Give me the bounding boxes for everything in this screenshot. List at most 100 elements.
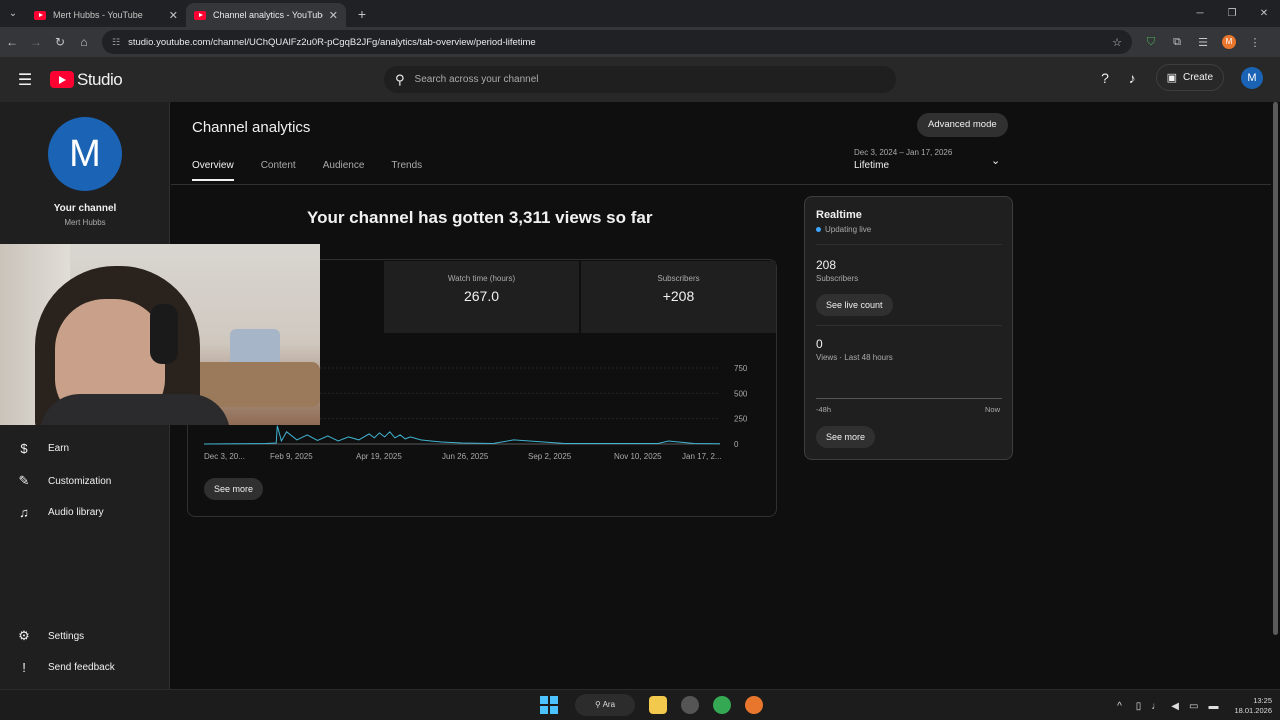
channel-name: Mert Hubbs: [64, 218, 106, 227]
advanced-mode-button[interactable]: Advanced mode: [917, 113, 1008, 137]
profile-avatar[interactable]: M: [1222, 35, 1236, 49]
minimize-icon[interactable]: ─: [1184, 0, 1216, 27]
search-input[interactable]: [414, 74, 855, 85]
sidebar-item-audio-library[interactable]: ♫ Audio library: [16, 505, 104, 520]
extensions-puzzle-icon[interactable]: ⧉: [1164, 36, 1190, 49]
youtube-play-icon: [50, 71, 74, 88]
sidebar-item-earn[interactable]: $ Earn: [16, 441, 69, 456]
account-avatar[interactable]: M: [1241, 66, 1263, 89]
browser-tab-1[interactable]: Mert Hubbs - YouTube ✕: [26, 3, 186, 27]
see-live-count-button[interactable]: See live count: [816, 294, 893, 316]
sidebar-item-label: Earn: [48, 443, 70, 454]
date-range-picker[interactable]: Dec 3, 2024 – Jan 17, 2026 Lifetime: [854, 148, 952, 171]
studio-logo[interactable]: Studio: [50, 69, 123, 90]
x-tick-label: Jan 17, 2...: [682, 452, 722, 461]
tab-divider: [171, 184, 1271, 185]
see-more-button[interactable]: See more: [204, 478, 264, 500]
tab-overview[interactable]: Overview: [192, 160, 234, 181]
microphone-icon[interactable]: ♩: [1151, 701, 1161, 712]
close-tab-icon[interactable]: ✕: [329, 9, 338, 22]
maximize-icon[interactable]: ❐: [1216, 0, 1248, 27]
metric-subscribers[interactable]: Subscribers +208: [581, 261, 776, 333]
create-button[interactable]: ▣ Create: [1155, 64, 1224, 91]
windows-start-icon[interactable]: [540, 696, 558, 714]
chrome-icon[interactable]: [713, 696, 731, 714]
search-box[interactable]: ⚲: [384, 66, 896, 93]
close-tab-icon[interactable]: ✕: [169, 9, 178, 22]
battery-icon[interactable]: ▬: [1208, 701, 1218, 712]
file-explorer-icon[interactable]: [649, 696, 667, 714]
page-scrollbar[interactable]: [1273, 102, 1278, 635]
search-icon[interactable]: ⚲: [395, 72, 405, 88]
reload-icon[interactable]: ↻: [48, 35, 72, 49]
browser-tab-2[interactable]: Channel analytics - YouTube St ✕: [186, 3, 346, 27]
menu-icon[interactable]: ☰: [0, 70, 50, 90]
new-tab-icon[interactable]: +: [350, 6, 374, 22]
url-text: studio.youtube.com/channel/UChQUAlFz2u0R…: [128, 36, 536, 48]
realtime-title: Realtime: [816, 209, 862, 221]
y-tick-label: 500: [734, 389, 748, 398]
divider: [816, 244, 1002, 245]
help-icon[interactable]: ?: [1092, 70, 1119, 86]
webcam-overlay: [0, 244, 320, 425]
clock-time: 13:25: [1253, 696, 1272, 705]
tab-title: Channel analytics - YouTube St: [213, 10, 323, 20]
sidebar-item-label: Audio library: [48, 507, 104, 518]
metric-label: Watch time (hours): [447, 274, 516, 283]
realtime-views-label: Views · Last 48 hours: [816, 353, 893, 362]
sidebar-item-settings[interactable]: ⚙ Settings: [16, 628, 84, 644]
tab-content[interactable]: Content: [261, 160, 296, 181]
realtime-axis-end: Now: [985, 405, 1001, 414]
live-dot-icon: [816, 227, 821, 232]
usb-icon[interactable]: ▯: [1136, 701, 1142, 712]
analytics-tabs: Overview Content Audience Trends: [192, 160, 449, 181]
app-icon[interactable]: [681, 696, 699, 714]
chrome-profile-icon[interactable]: [745, 696, 763, 714]
tab-search-icon[interactable]: ⌄: [0, 0, 26, 27]
period-label: Lifetime: [854, 160, 890, 171]
realtime-axis-start: -48h: [816, 405, 832, 414]
sidebar-item-send-feedback[interactable]: ! Send feedback: [16, 660, 115, 675]
url-field[interactable]: ☷ studio.youtube.com/channel/UChQUAlFz2u…: [102, 30, 1132, 54]
logo-text: Studio: [77, 69, 123, 89]
taskbar-search[interactable]: ⚲ Ara: [575, 694, 635, 716]
realtime-see-more-button[interactable]: See more: [816, 426, 876, 448]
clock[interactable]: 13:25 18.01.2026: [1234, 696, 1272, 716]
browser-menu-icon[interactable]: ⋮: [1242, 36, 1268, 49]
x-tick-label: Apr 19, 2025: [356, 452, 402, 461]
sidebar-item-customization[interactable]: ✎ Customization: [16, 473, 112, 489]
close-window-icon[interactable]: ✕: [1248, 0, 1280, 27]
y-tick-label: 750: [734, 364, 748, 373]
youtube-favicon-icon: [194, 10, 206, 20]
create-label: Create: [1182, 72, 1213, 83]
tab-trends[interactable]: Trends: [391, 160, 422, 181]
live-status-text: Updating live: [825, 225, 872, 234]
header-actions: ? ♪ ▣ Create M: [1092, 64, 1263, 91]
realtime-card: Realtime Updating live 208 Subscribers S…: [804, 196, 1013, 460]
shield-extension-icon[interactable]: ⛉: [1138, 36, 1164, 49]
metric-label: Subscribers: [657, 274, 700, 283]
forward-icon[interactable]: →: [24, 35, 48, 49]
media-icon[interactable]: ☰: [1190, 36, 1216, 49]
home-icon[interactable]: ⌂: [72, 35, 96, 49]
metric-watch-time[interactable]: Watch time (hours) 267.0: [384, 261, 579, 333]
tab-audience[interactable]: Audience: [323, 160, 365, 181]
back-icon[interactable]: ←: [0, 35, 24, 49]
network-icon[interactable]: ▭: [1189, 701, 1198, 712]
x-tick-label: Sep 2, 2025: [528, 452, 572, 461]
tray-chevron-icon[interactable]: ^: [1117, 701, 1122, 712]
metric-value: +208: [662, 288, 695, 304]
volume-icon[interactable]: ◀: [1171, 701, 1179, 712]
channel-avatar[interactable]: M: [48, 117, 122, 191]
chevron-down-icon[interactable]: ⌄: [991, 154, 1000, 167]
realtime-subscribers-label: Subscribers: [816, 274, 859, 283]
gear-icon: ⚙: [18, 628, 30, 643]
audio-library-icon: ♫: [19, 505, 29, 520]
views-headline: Your channel has gotten 3,311 views so f…: [307, 208, 653, 227]
notifications-bell-icon[interactable]: ♪: [1119, 70, 1146, 86]
window-controls: ─ ❐ ✕: [1184, 0, 1280, 27]
create-video-icon: ▣: [1166, 72, 1177, 84]
x-tick-label: Dec 3, 20...: [204, 452, 245, 461]
site-info-icon[interactable]: ☷: [112, 37, 120, 48]
bookmark-star-icon[interactable]: ☆: [1112, 36, 1122, 49]
